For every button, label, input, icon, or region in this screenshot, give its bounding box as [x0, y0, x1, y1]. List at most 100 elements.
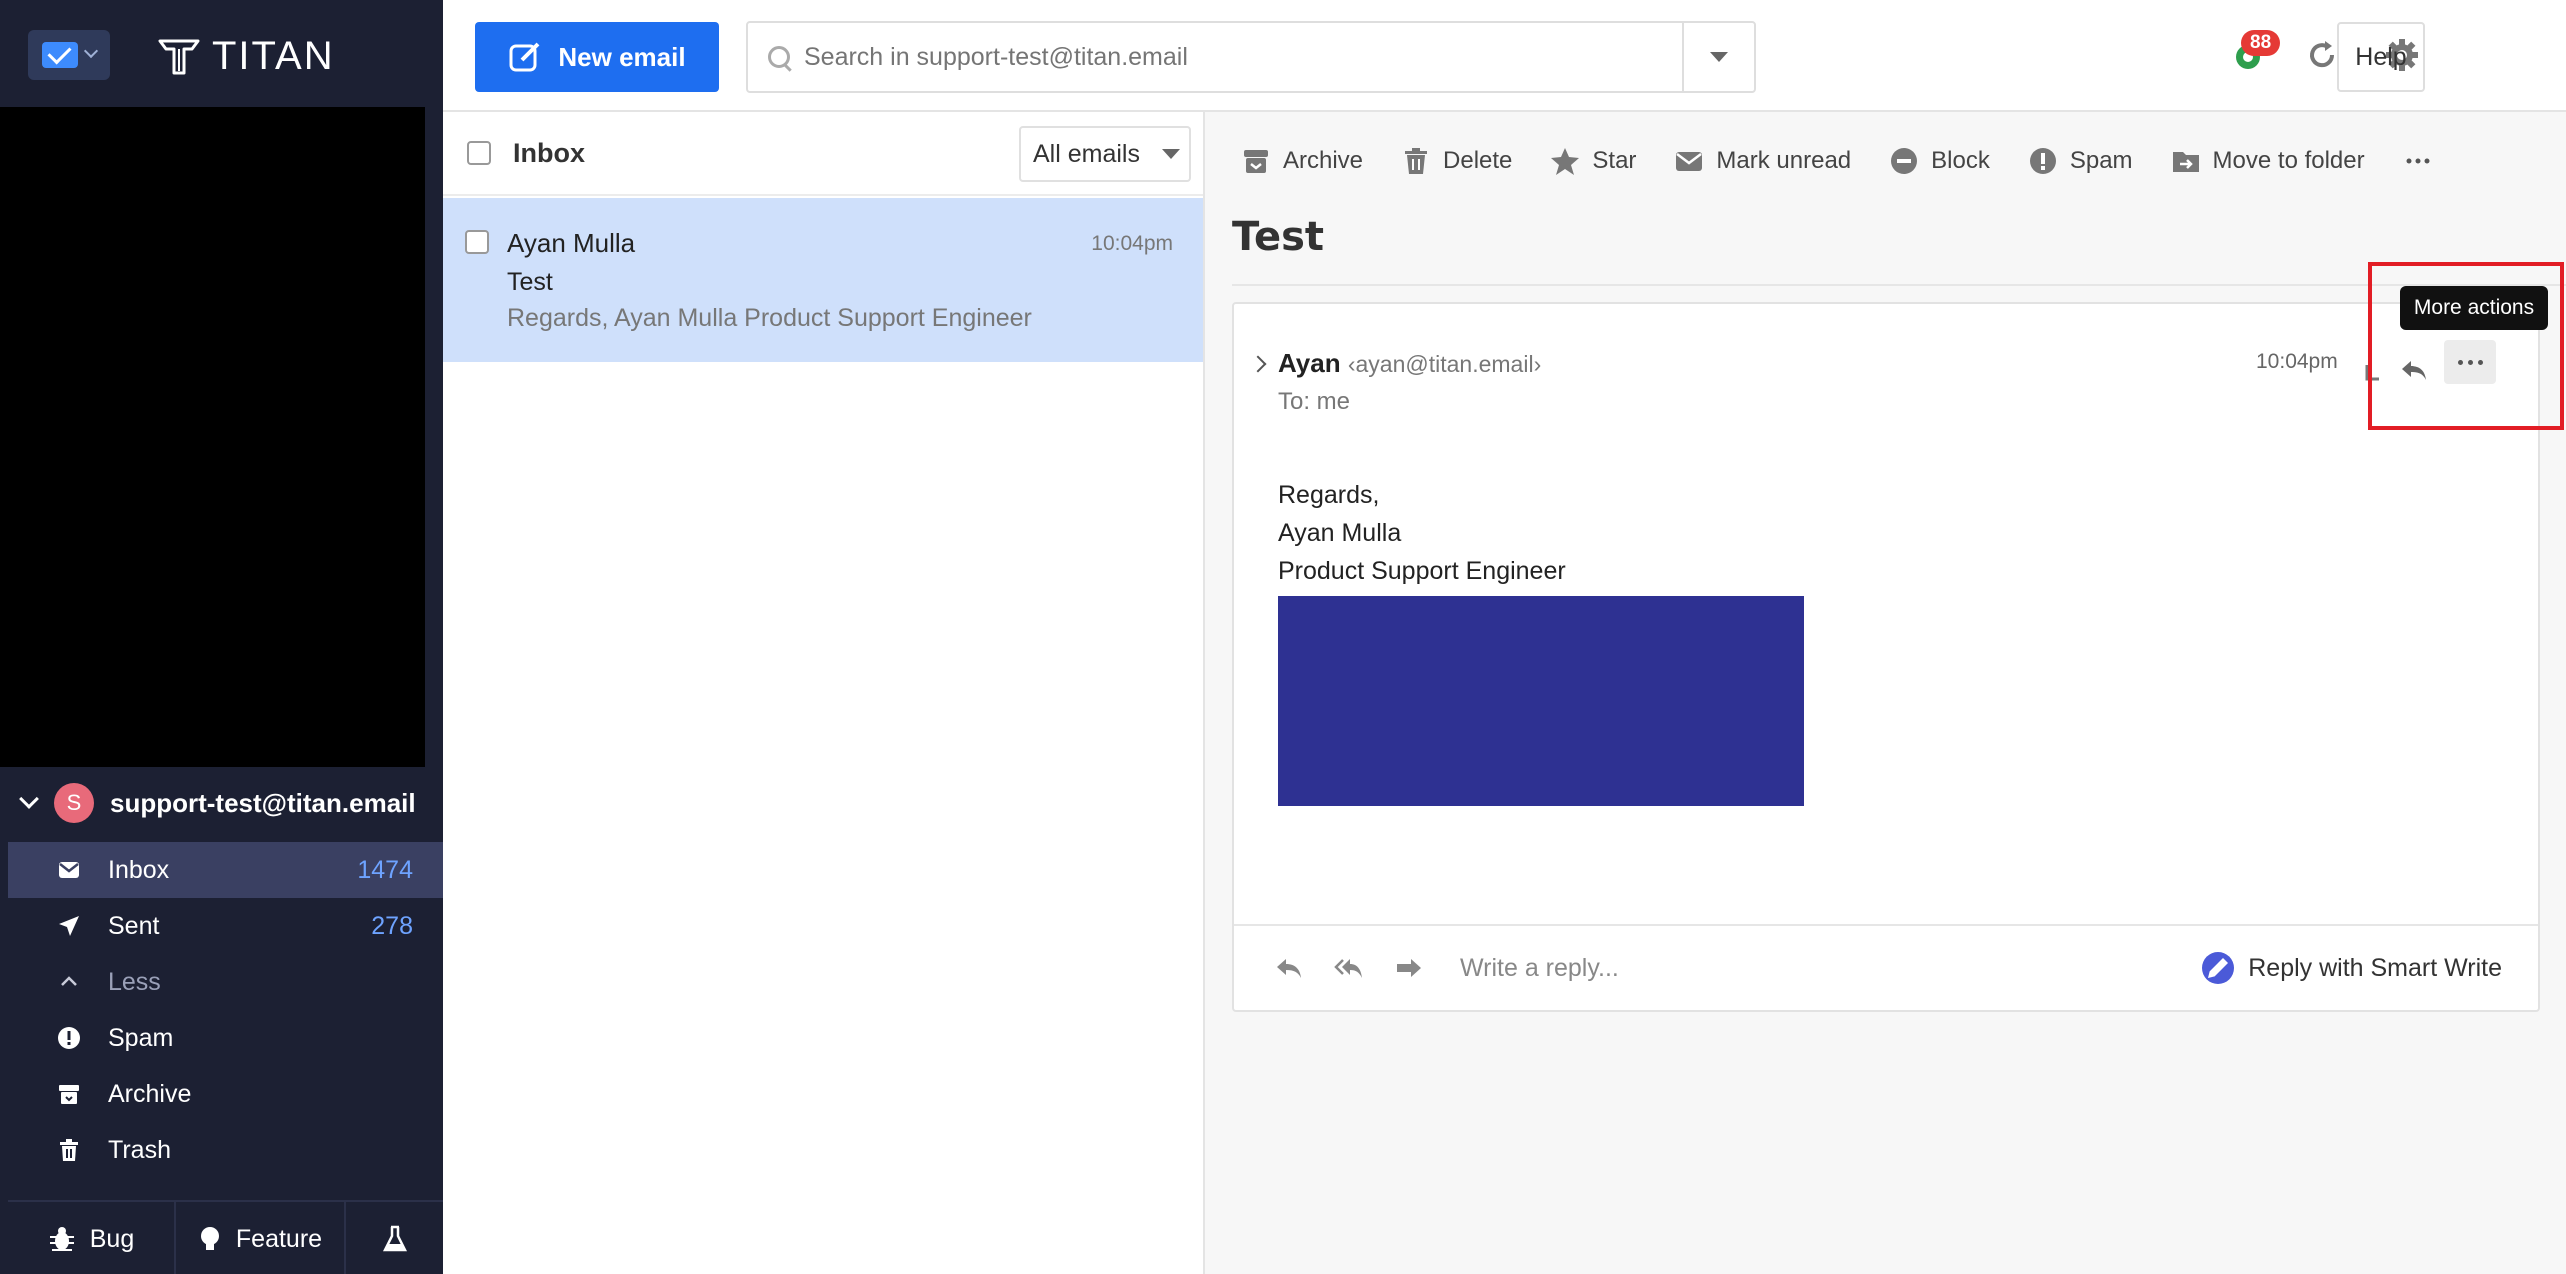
- smart-write-button[interactable]: Reply with Smart Write: [2202, 952, 2502, 984]
- new-email-button[interactable]: New email: [475, 22, 719, 92]
- sidebar-item-sent[interactable]: Sent 278: [8, 898, 443, 954]
- titan-logo-icon: [158, 39, 200, 75]
- inbox-icon: [56, 857, 82, 883]
- brand-logo: TITAN: [156, 30, 335, 82]
- star-label: Star: [1592, 147, 1637, 174]
- sidebar-item-inbox[interactable]: Inbox 1474: [8, 842, 443, 898]
- search-input[interactable]: [804, 42, 1682, 72]
- search-icon: [768, 46, 790, 68]
- trash-icon: [56, 1137, 82, 1163]
- mark-unread-button[interactable]: Mark unread: [1674, 146, 1851, 176]
- bug-label: Bug: [89, 1224, 135, 1253]
- reply-all-icon[interactable]: [1334, 953, 1364, 983]
- sidebar-item-label: Archive: [108, 1079, 192, 1108]
- block-label: Block: [1931, 147, 1990, 174]
- chevron-down-icon: [83, 43, 99, 59]
- filter-label: All emails: [1033, 139, 1140, 168]
- reply-input[interactable]: Write a reply...: [1460, 954, 2172, 983]
- smart-write-label: Reply with Smart Write: [2248, 953, 2502, 982]
- spam-button[interactable]: Spam: [2028, 146, 2133, 176]
- message-preview: Regards, Ayan Mulla Product Support Engi…: [507, 304, 1032, 332]
- block-button[interactable]: Block: [1889, 146, 1990, 176]
- select-all-checkbox[interactable]: [467, 141, 491, 165]
- body-line: Product Support Engineer: [1278, 557, 1566, 585]
- archive-button[interactable]: Archive: [1241, 146, 1363, 176]
- help-button[interactable]: Help: [2337, 22, 2425, 92]
- divider: [1232, 284, 2566, 286]
- smart-write-icon: [2202, 952, 2235, 984]
- highlight-box: [2368, 262, 2564, 430]
- expand-chevron-icon[interactable]: [1249, 355, 1267, 373]
- account-email: support-test@titan.email: [110, 787, 416, 818]
- forward-icon[interactable]: [1394, 953, 1424, 983]
- star-button[interactable]: Star: [1550, 146, 1636, 176]
- sidebar-item-trash[interactable]: Trash: [8, 1122, 443, 1178]
- move-to-folder-button[interactable]: Move to folder: [2171, 146, 2365, 176]
- sidebar-item-partial[interactable]: [8, 1178, 443, 1198]
- star-icon: [1551, 148, 1580, 175]
- recipient-line: To: me: [1278, 388, 1351, 415]
- move-to-folder-label: Move to folder: [2212, 147, 2365, 174]
- sidebar-top: TITAN: [0, 0, 443, 110]
- reply-icon[interactable]: [1274, 953, 1304, 983]
- labs-button[interactable]: [346, 1202, 443, 1274]
- message-sender: Ayan Mulla: [507, 228, 636, 258]
- message-subject-heading: Test: [1232, 214, 1325, 260]
- notification-badge: 88: [2241, 30, 2281, 56]
- message-body: Regards, Ayan Mulla Product Support Engi…: [1278, 476, 1566, 590]
- unread-count: 278: [371, 911, 413, 940]
- account-header[interactable]: S support-test@titan.email: [8, 778, 443, 828]
- avatar: S: [54, 783, 94, 823]
- body-line: Ayan Mulla: [1278, 519, 1402, 547]
- message-subject: Test: [507, 268, 553, 296]
- sidebar-item-label: Spam: [108, 1023, 174, 1052]
- flask-icon: [382, 1225, 407, 1252]
- toolbar-more-button[interactable]: [2403, 146, 2433, 176]
- chevron-up-icon: [56, 969, 82, 995]
- refresh-icon: [2310, 41, 2335, 68]
- message-card: Ayan ‹ayan@titan.email› To: me 10:04pm R…: [1232, 302, 2540, 1012]
- envelope-icon: [1676, 152, 1703, 171]
- sender-name: Ayan: [1278, 348, 1341, 378]
- message-time: 10:04pm: [1091, 232, 1173, 255]
- unread-count: 1474: [357, 855, 413, 884]
- message-from: Ayan ‹ayan@titan.email›: [1278, 348, 1541, 379]
- sidebar-item-less[interactable]: Less: [8, 954, 443, 1010]
- filter-dropdown[interactable]: All emails: [1019, 126, 1191, 182]
- body-line: Regards,: [1278, 481, 1380, 509]
- folder-title: Inbox: [513, 137, 585, 168]
- feature-label: Feature: [235, 1224, 323, 1253]
- search-box: [746, 21, 1756, 93]
- block-icon: [1891, 148, 1918, 174]
- new-email-label: New email: [558, 41, 686, 72]
- folder-move-icon: [2172, 152, 2199, 172]
- sidebar: TITAN S support-test@titan.email Inbox 1…: [0, 0, 443, 1274]
- caret-down-icon: [1161, 149, 1180, 159]
- sidebar-item-archive[interactable]: Archive: [8, 1066, 443, 1122]
- signature-image: [1278, 596, 1804, 806]
- search-options-dropdown[interactable]: [1682, 23, 1754, 91]
- spam-icon: [2029, 148, 2056, 174]
- message-time: 10:04pm: [2256, 350, 2338, 373]
- app-switcher[interactable]: [28, 30, 110, 80]
- spam-label: Spam: [2069, 147, 2133, 174]
- sidebar-item-spam[interactable]: Spam: [8, 1010, 443, 1066]
- top-header: New email 88 Help: [443, 0, 2566, 112]
- report-bug-button[interactable]: Bug: [8, 1202, 176, 1274]
- sender-address: ‹ayan@titan.email›: [1347, 351, 1542, 377]
- feature-request-button[interactable]: Feature: [176, 1202, 346, 1274]
- archive-icon: [1244, 150, 1268, 173]
- message-checkbox[interactable]: [465, 230, 489, 254]
- sidebar-scrollbar[interactable]: [425, 107, 443, 767]
- delete-button[interactable]: Delete: [1401, 146, 1512, 176]
- sent-icon: [56, 913, 82, 939]
- archive-label: Archive: [1283, 147, 1364, 174]
- folder-list: Inbox 1474 Sent 278 Less Spam Archive Tr…: [8, 842, 443, 1198]
- delete-label: Delete: [1443, 147, 1513, 174]
- message-toolbar: Archive Delete Star Mark unread Block Sp…: [1207, 112, 2566, 210]
- list-item[interactable]: Ayan Mulla 10:04pm Test Regards, Ayan Mu…: [443, 198, 1203, 362]
- bug-icon: [49, 1227, 74, 1251]
- sidebar-item-label: Inbox: [108, 855, 170, 884]
- mark-unread-label: Mark unread: [1716, 147, 1852, 174]
- sidebar-item-label: Sent: [108, 911, 160, 940]
